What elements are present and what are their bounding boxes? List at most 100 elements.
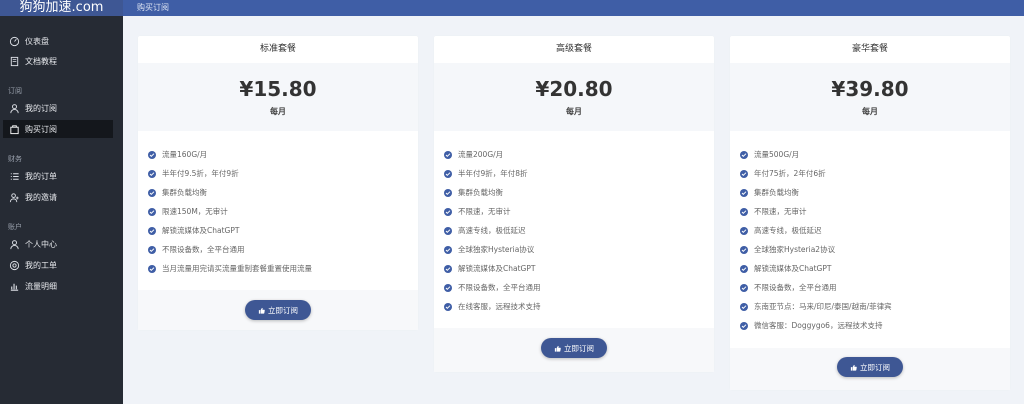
subscribe-button-label: 立即订阅 [564, 343, 594, 353]
check-circle-icon [740, 245, 748, 254]
check-circle-icon [148, 169, 156, 178]
dashboard-icon [9, 36, 20, 47]
feature-text: 不限速，无审计 [458, 207, 511, 216]
check-circle-icon [740, 321, 748, 330]
sidebar-item-tickets[interactable]: 我的工单 [3, 256, 113, 274]
check-circle-icon [740, 283, 748, 292]
page-breadcrumb: 购买订阅 [123, 0, 1024, 16]
check-circle-icon [740, 226, 748, 235]
feature-item: 不限设备数，全平台通用 [148, 240, 418, 259]
check-circle-icon [444, 283, 452, 292]
brand-logo[interactable]: 狗狗加速.com [0, 0, 123, 16]
subscribe-button-label: 立即订阅 [860, 362, 890, 372]
feature-item: 当月流量用完请买流量重制套餐重置使用流量 [148, 259, 418, 278]
check-circle-icon [444, 226, 452, 235]
plan-card-standard: 标准套餐 ¥15.80 每月 流量160G/月 半年付9.5折，年付9折 集群负… [138, 36, 418, 330]
check-circle-icon [148, 188, 156, 197]
check-circle-icon [740, 169, 748, 178]
sidebar-item-label: 购买订阅 [25, 124, 57, 134]
feature-text: 当月流量用完请买流量重制套餐重置使用流量 [162, 264, 312, 273]
book-icon [9, 56, 20, 67]
check-circle-icon [740, 188, 748, 197]
check-circle-icon [148, 264, 156, 273]
feature-text: 半年付9.5折，年付9折 [162, 169, 239, 178]
check-circle-icon [740, 302, 748, 311]
chart-icon [9, 281, 20, 292]
feature-item: 集群负载均衡 [740, 183, 1010, 202]
feature-text: 流量160G/月 [162, 150, 208, 159]
check-circle-icon [740, 150, 748, 159]
feature-text: 半年付9折，年付8折 [458, 169, 528, 178]
feature-item: 高速专线，极低延迟 [740, 221, 1010, 240]
sidebar-item-label: 我的订阅 [25, 103, 57, 113]
feature-text: 解锁流媒体及ChatGPT [754, 264, 832, 273]
sidebar-item-buy-subscription[interactable]: 购买订阅 [3, 120, 113, 138]
sidebar-item-dashboard[interactable]: 仪表盘 [3, 32, 113, 50]
feature-item: 不限设备数，全平台通用 [444, 278, 714, 297]
subscribe-button[interactable]: 立即订阅 [837, 357, 903, 377]
feature-text: 不限设备数，全平台通用 [162, 245, 245, 254]
feature-item: 半年付9.5折，年付9折 [148, 164, 418, 183]
plan-price: ¥39.80 [831, 77, 909, 101]
bag-icon [9, 124, 20, 135]
feature-item: 微信客服：Doggygo6，远程技术支持 [740, 316, 1010, 335]
feature-text: 高速专线，极低延迟 [754, 226, 822, 235]
plan-name: 豪华套餐 [851, 44, 888, 54]
ticket-icon [9, 260, 20, 271]
feature-item: 年付75折，2年付6折 [740, 164, 1010, 183]
feature-text: 流量200G/月 [458, 150, 504, 159]
feature-item: 解锁流媒体及ChatGPT [444, 259, 714, 278]
subscribe-button[interactable]: 立即订阅 [245, 300, 311, 320]
sidebar-item-my-invites[interactable]: 我的邀请 [3, 188, 113, 206]
sidebar-item-label: 我的订单 [25, 171, 57, 181]
sidebar: 仪表盘 文档教程 订阅 我的订阅 购买订阅 财务 我的订单 我的邀请 账户 个人… [0, 16, 123, 404]
check-circle-icon [444, 264, 452, 273]
sidebar-item-label: 仪表盘 [25, 36, 49, 46]
feature-text: 不限设备数，全平台通用 [458, 283, 541, 292]
feature-list: 流量500G/月 年付75折，2年付6折 集群负载均衡 不限速，无审计 高速专线… [730, 131, 1010, 335]
breadcrumb-current: 购买订阅 [137, 3, 169, 12]
plan-name: 标准套餐 [259, 44, 296, 54]
plan-period: 每月 [862, 107, 878, 116]
feature-item: 不限速，无审计 [444, 202, 714, 221]
check-circle-icon [444, 150, 452, 159]
sidebar-item-label: 流量明细 [25, 281, 57, 291]
thumbs-up-icon [258, 307, 265, 314]
sidebar-item-docs[interactable]: 文档教程 [3, 52, 113, 70]
feature-text: 不限速，无审计 [754, 207, 807, 216]
feature-item: 解锁流媒体及ChatGPT [148, 221, 418, 240]
sidebar-group-account: 账户 [8, 223, 22, 231]
check-circle-icon [444, 207, 452, 216]
feature-text: 集群负载均衡 [754, 188, 799, 197]
plan-price: ¥15.80 [239, 77, 317, 101]
sidebar-item-my-subscription[interactable]: 我的订阅 [3, 99, 113, 117]
feature-item: 限速150M，无审计 [148, 202, 418, 221]
invite-icon [9, 192, 20, 203]
feature-text: 东南亚节点：马来/印尼/泰国/越南/菲律宾 [754, 302, 892, 311]
sidebar-item-my-orders[interactable]: 我的订单 [3, 167, 113, 185]
feature-text: 在线客服，远程技术支持 [458, 302, 541, 311]
sidebar-item-label: 我的邀请 [25, 192, 57, 202]
check-circle-icon [740, 264, 748, 273]
feature-item: 流量500G/月 [740, 145, 1010, 164]
sidebar-item-label: 我的工单 [25, 260, 57, 270]
feature-item: 流量200G/月 [444, 145, 714, 164]
plan-card-advanced: 高级套餐 ¥20.80 每月 流量200G/月 半年付9折，年付8折 集群负载均… [434, 36, 714, 372]
feature-list: 流量200G/月 半年付9折，年付8折 集群负载均衡 不限速，无审计 高速专线，… [434, 131, 714, 316]
subscribe-button[interactable]: 立即订阅 [541, 338, 607, 358]
feature-item: 流量160G/月 [148, 145, 418, 164]
price-box: ¥39.80 每月 [730, 63, 1010, 131]
feature-text: 不限设备数，全平台通用 [754, 283, 837, 292]
button-area: 立即订阅 [730, 348, 1010, 390]
thumbs-up-icon [554, 345, 561, 352]
user-icon [9, 103, 20, 114]
sidebar-item-traffic[interactable]: 流量明细 [3, 277, 113, 295]
feature-text: 解锁流媒体及ChatGPT [162, 226, 240, 235]
sidebar-item-profile[interactable]: 个人中心 [3, 235, 113, 253]
feature-text: 全球独家Hysteria协议 [458, 245, 535, 254]
feature-text: 微信客服：Doggygo6，远程技术支持 [754, 321, 883, 330]
sidebar-item-label: 文档教程 [25, 56, 57, 66]
subscribe-button-label: 立即订阅 [268, 305, 298, 315]
feature-item: 在线客服，远程技术支持 [444, 297, 714, 316]
feature-item: 半年付9折，年付8折 [444, 164, 714, 183]
